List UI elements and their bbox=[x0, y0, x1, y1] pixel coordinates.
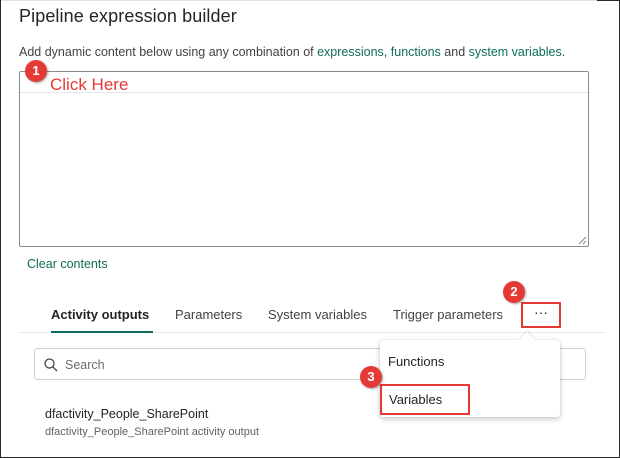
click-here-callout: Click Here bbox=[50, 75, 129, 94]
active-tab-indicator bbox=[51, 331, 153, 333]
dialog-title: Pipeline expression builder bbox=[19, 6, 237, 26]
resize-handle-icon[interactable] bbox=[578, 236, 587, 245]
activity-output-name[interactable]: dfactivity_People_SharePoint bbox=[45, 407, 208, 421]
expressions-link[interactable]: expressions, bbox=[317, 45, 387, 59]
activity-output-description: dfactivity_People_SharePoint activity ou… bbox=[45, 426, 260, 438]
clear-contents-link[interactable]: Clear contents bbox=[27, 257, 108, 271]
step-badge-1: 1 bbox=[25, 60, 47, 82]
step-badge-3: 3 bbox=[360, 366, 382, 388]
content-tabs: Activity outputs Parameters System varia… bbox=[20, 300, 604, 333]
step-badge-2: 2 bbox=[503, 281, 525, 303]
dialog-description: Add dynamic content below using any comb… bbox=[19, 45, 565, 59]
top-divider bbox=[1, 0, 597, 1]
more-tabs-menu: Functions Variables bbox=[380, 331, 560, 417]
tab-trigger-parameters[interactable]: Trigger parameters bbox=[393, 307, 503, 322]
expression-editor[interactable] bbox=[19, 71, 589, 247]
search-input[interactable] bbox=[63, 355, 367, 375]
functions-link[interactable]: functions bbox=[391, 45, 441, 59]
menu-item-functions[interactable]: Functions bbox=[388, 354, 444, 369]
description-period: . bbox=[561, 45, 566, 59]
tab-system-variables[interactable]: System variables bbox=[268, 307, 367, 322]
description-prefix: Add dynamic content below using any comb… bbox=[19, 45, 318, 59]
tab-parameters[interactable]: Parameters bbox=[175, 307, 242, 322]
tab-activity-outputs[interactable]: Activity outputs bbox=[51, 307, 149, 322]
and-text: and bbox=[440, 45, 469, 59]
menu-item-variables[interactable]: Variables bbox=[380, 384, 470, 415]
system-variables-link[interactable]: system variables bbox=[469, 45, 562, 59]
search-icon bbox=[44, 358, 58, 372]
more-tabs-button[interactable]: ··· bbox=[521, 302, 561, 328]
